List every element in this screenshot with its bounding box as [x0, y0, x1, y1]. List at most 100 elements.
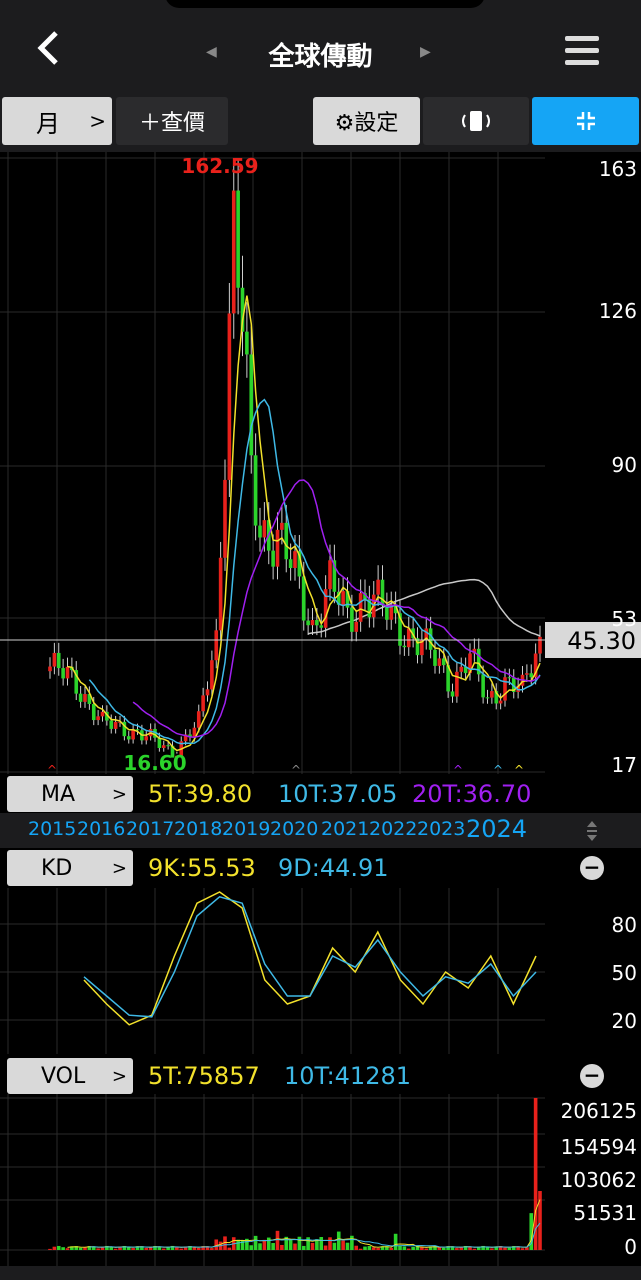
- volume-bar: [78, 1247, 83, 1250]
- scroll-handle-icon[interactable]: [584, 818, 600, 844]
- vol10-value: 10T:41281: [284, 1062, 411, 1090]
- candle-body: [498, 700, 503, 704]
- year-label: 2020: [270, 818, 319, 840]
- volume-bar: [389, 1247, 394, 1250]
- y-tick-label: 126: [599, 299, 637, 323]
- y-tick-label: 163: [599, 157, 637, 181]
- collapse-button[interactable]: [532, 97, 639, 145]
- current-price-label: 45.30: [567, 627, 636, 655]
- candle-body: [100, 711, 105, 717]
- candle-body: [245, 331, 249, 355]
- candle-body: [262, 520, 267, 538]
- volume-bar: [503, 1247, 507, 1250]
- year-label: 2023: [417, 818, 466, 840]
- kd-d-value: 9D:44.91: [278, 854, 389, 882]
- volume-bar: [113, 1248, 118, 1250]
- ma-button[interactable]: MA >: [7, 776, 133, 812]
- candle-body: [306, 620, 310, 626]
- kd-grid: [0, 888, 545, 1054]
- kd-y-tick: 80: [612, 913, 637, 937]
- vol-button[interactable]: VOL >: [7, 1058, 133, 1094]
- kd-k-value: 9K:55.53: [148, 854, 256, 882]
- candle-body: [83, 694, 87, 702]
- volume-bar: [96, 1248, 100, 1250]
- period-button[interactable]: 月 >: [2, 97, 112, 145]
- high-price-label: 162.59: [181, 154, 258, 178]
- candle-body: [144, 736, 149, 741]
- vol-y-tick: 0: [624, 1235, 637, 1259]
- volume-bar: [345, 1242, 350, 1250]
- ma5-value: 5T:39.80: [148, 780, 253, 808]
- candle-body: [402, 645, 407, 648]
- volume-bar: [402, 1246, 407, 1250]
- candle-body: [315, 620, 319, 626]
- candle-body: [328, 560, 332, 590]
- volume-bar: [336, 1231, 341, 1250]
- page-title: 全球傳動: [268, 42, 373, 72]
- remove-kd-icon[interactable]: −: [580, 856, 604, 880]
- ma20-line: [132, 479, 541, 738]
- caret-icon: ^: [493, 763, 503, 774]
- year-label: 2022: [369, 818, 418, 840]
- chevron-right-icon: >: [111, 857, 127, 879]
- volume-bar: [371, 1247, 376, 1250]
- candle-body: [406, 628, 411, 648]
- candle-body: [109, 720, 114, 729]
- toolbar: 月 > ＋查價 ⚙設定: [0, 90, 641, 152]
- volume-bar: [507, 1247, 512, 1250]
- kd-lines: [83, 891, 537, 1026]
- volume-bar: [293, 1243, 297, 1250]
- caret-icon: ^: [291, 763, 301, 774]
- year-scrollbar[interactable]: 2015 2016 2017 2018 2019 2020 2021 2022 …: [0, 813, 641, 848]
- kd-button-label: KD: [41, 855, 73, 881]
- collapse-icon: [576, 112, 595, 130]
- candle-body: [258, 525, 262, 538]
- ma-button-label: MA: [41, 781, 76, 807]
- volume-bar: [319, 1237, 324, 1250]
- kd-chart: 80 50 20: [0, 888, 637, 1054]
- candle-body: [56, 652, 61, 669]
- remove-vol-icon[interactable]: −: [580, 1064, 604, 1088]
- top-bar: ◀ 全球傳動 ▶: [0, 0, 641, 90]
- year-label: 2015: [28, 818, 77, 840]
- camera-notch: [165, 0, 485, 8]
- vol-y-tick: 103062: [561, 1168, 637, 1192]
- candle-body: [210, 660, 214, 690]
- candle-body: [161, 745, 166, 748]
- kd-k-line: [83, 891, 537, 1026]
- candle-body: [96, 716, 100, 721]
- settings-button[interactable]: ⚙設定: [313, 97, 420, 145]
- volume-bar: [363, 1246, 367, 1250]
- ma10-line: [88, 398, 541, 745]
- volume-bar: [148, 1247, 153, 1250]
- candle-body: [376, 579, 380, 595]
- kd-button[interactable]: KD >: [7, 850, 133, 886]
- volume-bar: [341, 1240, 345, 1250]
- volume-bar: [61, 1247, 65, 1250]
- candle-body: [218, 557, 223, 631]
- y-tick-label: 90: [612, 453, 637, 477]
- volume-bar: [280, 1244, 284, 1250]
- rotate-button[interactable]: [423, 97, 529, 145]
- candle-body: [490, 691, 494, 698]
- next-stock-arrow-icon[interactable]: ▶: [420, 44, 431, 60]
- add-quote-button[interactable]: ＋查價: [116, 97, 228, 145]
- candle-body: [358, 593, 363, 622]
- volume-bar: [196, 1247, 201, 1250]
- candle-body: [455, 671, 459, 697]
- rotate-icon: [462, 111, 490, 131]
- candle-body: [275, 529, 280, 567]
- volume-bar: [253, 1235, 258, 1250]
- hamburger-icon[interactable]: [565, 36, 599, 72]
- y-tick-label: 53: [612, 607, 637, 631]
- caret-icon: ^: [47, 763, 57, 774]
- caret-icon: ^: [453, 763, 463, 774]
- candle-body: [223, 479, 227, 558]
- volume-bar: [350, 1235, 354, 1250]
- chevron-right-icon: >: [89, 109, 106, 133]
- candle-body: [450, 691, 455, 697]
- vol-y-tick: 206125: [561, 1099, 637, 1123]
- year-label: 2021: [321, 818, 370, 840]
- candle-body: [525, 673, 529, 675]
- candle-body: [65, 666, 70, 679]
